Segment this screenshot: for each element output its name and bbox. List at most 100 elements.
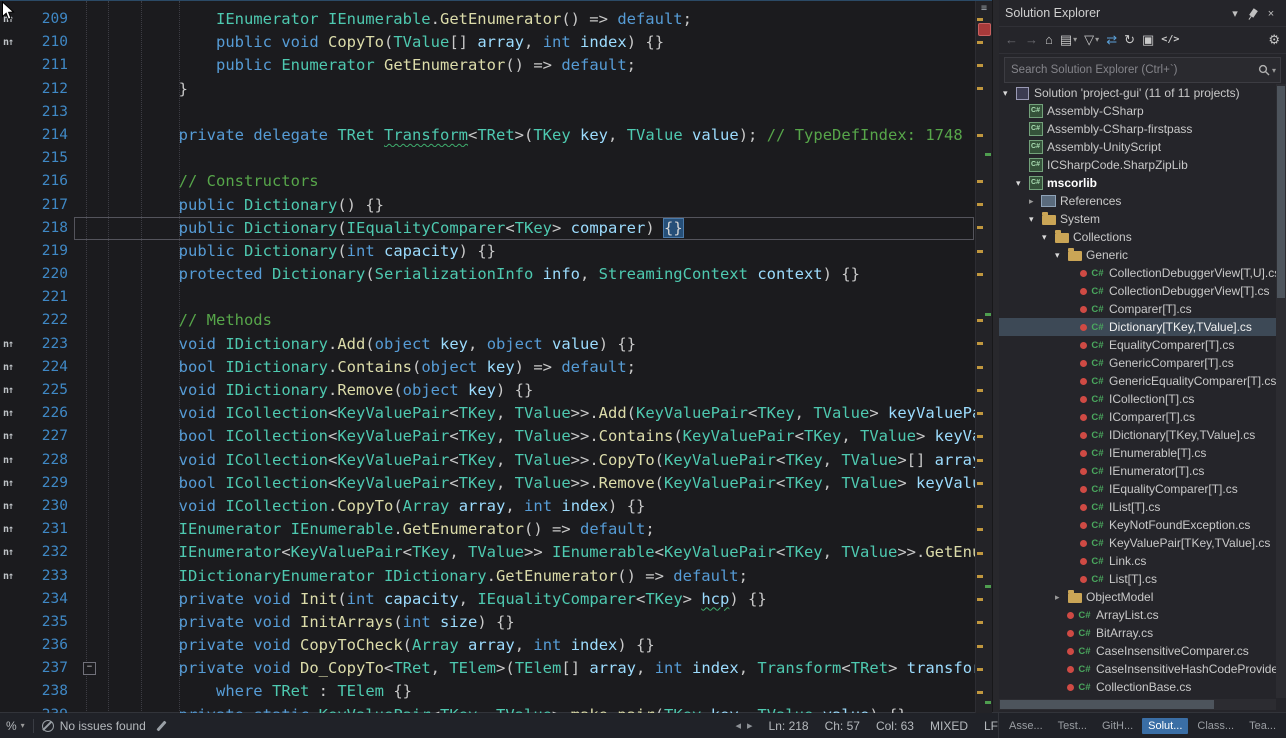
tool-window-tab-gith[interactable]: GitH... (1096, 718, 1139, 734)
line-number[interactable]: 218 (28, 217, 74, 240)
line-number[interactable]: 224 (28, 356, 74, 379)
expand-arrow-icon[interactable]: ▸ (1055, 592, 1067, 603)
line-number[interactable]: 215 (28, 147, 74, 170)
override-indicator-icon[interactable]: n↑ (3, 14, 13, 25)
line-number[interactable]: 239 (28, 704, 74, 713)
switch-views-icon[interactable]: ▤▾ (1060, 32, 1077, 48)
tree-item-assembly-csharp[interactable]: C#Assembly-CSharp (999, 102, 1276, 120)
line-number[interactable]: 225 (28, 379, 74, 402)
line-number[interactable]: 217 (28, 194, 74, 217)
pin-icon[interactable] (1244, 5, 1262, 21)
override-indicator-icon[interactable]: n↑ (3, 37, 13, 48)
chevron-down-icon[interactable]: ▾ (1272, 66, 1276, 75)
code-line-231[interactable]: n↑231 IEnumerator IEnumerable.GetEnumera… (0, 518, 976, 541)
tree-item-ienumerator-t-cs[interactable]: C#IEnumerator[T].cs (999, 462, 1276, 480)
line-number[interactable]: 219 (28, 240, 74, 263)
view-code-icon[interactable]: </> (1161, 33, 1179, 47)
code-health-indicator-icon[interactable] (978, 23, 991, 36)
override-indicator-icon[interactable]: n↑ (3, 408, 13, 419)
tree-item-keyvaluepair-tkey-tvalue-cs[interactable]: C#KeyValuePair[TKey,TValue].cs (999, 534, 1276, 552)
code-line-212[interactable]: 212 } (0, 78, 976, 101)
code-line-210[interactable]: n↑210 public void CopyTo(TValue[] array,… (0, 31, 976, 54)
back-icon[interactable]: ← (1005, 32, 1018, 48)
line-number[interactable]: 232 (28, 541, 74, 564)
collapse-all-icon[interactable]: ▣ (1142, 32, 1154, 48)
line-number[interactable]: 209 (28, 8, 74, 31)
code-line-220[interactable]: 220 protected Dictionary(SerializationIn… (0, 263, 976, 286)
tree-item-ilist-t-cs[interactable]: C#IList[T].cs (999, 498, 1276, 516)
line-number[interactable]: 236 (28, 634, 74, 657)
tree-item-objectmodel[interactable]: ▸ObjectModel (999, 588, 1276, 606)
code-editor[interactable]: n↑209 IEnumerator IEnumerable.GetEnumera… (0, 0, 992, 713)
line-number[interactable]: 230 (28, 495, 74, 518)
tree-item-mscorlib[interactable]: ▾C#mscorlib (999, 174, 1276, 192)
tree-item-collections[interactable]: ▾Collections (999, 228, 1276, 246)
home-icon[interactable]: ⌂ (1045, 32, 1053, 48)
column-indicator[interactable]: Col: 63 (876, 719, 914, 733)
code-line-228[interactable]: n↑228 void ICollection<KeyValuePair<TKey… (0, 449, 976, 472)
line-number[interactable]: 214 (28, 124, 74, 147)
code-line-222[interactable]: 222 // Methods (0, 309, 976, 332)
tree-item-collectiondebuggerview-t-u-cs[interactable]: C#CollectionDebuggerView[T,U].cs (999, 264, 1276, 282)
override-indicator-icon[interactable]: n↑ (3, 362, 13, 373)
scrollbar-thumb[interactable] (1277, 86, 1285, 298)
override-indicator-icon[interactable]: n↑ (3, 501, 13, 512)
tool-window-tab-tea[interactable]: Tea... (1243, 718, 1282, 734)
code-line-237[interactable]: 237− private void Do_CopyTo<TRet, TElem>… (0, 657, 976, 680)
split-editor-handle[interactable]: ≡ (976, 3, 992, 15)
code-line-216[interactable]: 216 // Constructors (0, 170, 976, 193)
tree-item-iequalitycomparer-t-cs[interactable]: C#IEqualityComparer[T].cs (999, 480, 1276, 498)
window-position-icon[interactable]: ▾ (1226, 5, 1244, 21)
override-indicator-icon[interactable]: n↑ (3, 524, 13, 535)
collapse-arrow-icon[interactable]: ▾ (1055, 250, 1067, 261)
code-line-226[interactable]: n↑226 void ICollection<KeyValuePair<TKey… (0, 402, 976, 425)
line-number[interactable]: 237 (28, 657, 74, 680)
tool-window-tab-test[interactable]: Test... (1052, 718, 1093, 734)
close-icon[interactable]: × (1262, 6, 1280, 22)
code-line-229[interactable]: n↑229 bool ICollection<KeyValuePair<TKey… (0, 472, 976, 495)
properties-icon[interactable]: ⚙ (1268, 32, 1280, 48)
tree-item-idictionary-tkey-tvalue-cs[interactable]: C#IDictionary[TKey,TValue].cs (999, 426, 1276, 444)
tool-window-tab-asse[interactable]: Asse... (1003, 718, 1049, 734)
line-number[interactable]: 235 (28, 611, 74, 634)
search-icon[interactable] (1258, 64, 1270, 76)
tree-item-generic[interactable]: ▾Generic (999, 246, 1276, 264)
tree-item-icollection-t-cs[interactable]: C#ICollection[T].cs (999, 390, 1276, 408)
collapse-region-button[interactable]: − (83, 662, 96, 675)
line-number[interactable]: 238 (28, 680, 74, 703)
line-number[interactable]: 210 (28, 31, 74, 54)
tree-item-comparer-t-cs[interactable]: C#Comparer[T].cs (999, 300, 1276, 318)
line-ending-indicator[interactable]: LF (984, 719, 998, 733)
sync-with-active-document-icon[interactable]: ⇄ (1106, 32, 1117, 48)
code-line-217[interactable]: 217 public Dictionary() {} (0, 194, 976, 217)
code-line-236[interactable]: 236 private void CopyToCheck(Array array… (0, 634, 976, 657)
code-line-219[interactable]: 219 public Dictionary(int capacity) {} (0, 240, 976, 263)
code-line-215[interactable]: 215 (0, 147, 976, 170)
code-line-225[interactable]: n↑225 void IDictionary.Remove(object key… (0, 379, 976, 402)
tree-item-ienumerable-t-cs[interactable]: C#IEnumerable[T].cs (999, 444, 1276, 462)
line-number[interactable]: 216 (28, 170, 74, 193)
tree-item-bitarray-cs[interactable]: C#BitArray.cs (999, 624, 1276, 642)
code-line-224[interactable]: n↑224 bool IDictionary.Contains(object k… (0, 356, 976, 379)
line-number[interactable]: 228 (28, 449, 74, 472)
zoom-control[interactable]: % ▾ (6, 719, 25, 733)
tree-item-assembly-csharp-firstpass[interactable]: C#Assembly-CSharp-firstpass (999, 120, 1276, 138)
line-number[interactable]: 220 (28, 263, 74, 286)
override-indicator-icon[interactable]: n↑ (3, 547, 13, 558)
line-number[interactable]: 231 (28, 518, 74, 541)
line-number[interactable]: 211 (28, 54, 74, 77)
expand-arrow-icon[interactable]: ▸ (1029, 196, 1041, 207)
editor-scrollbar[interactable]: ≡ (975, 1, 992, 713)
scroll-right-button[interactable]: ▸ (747, 719, 753, 732)
line-number[interactable]: 223 (28, 333, 74, 356)
tree-item-icsharpcode-sharpziplib[interactable]: C#ICSharpCode.SharpZipLib (999, 156, 1276, 174)
override-indicator-icon[interactable]: n↑ (3, 478, 13, 489)
override-indicator-icon[interactable]: n↑ (3, 339, 13, 350)
code-line-213[interactable]: 213 (0, 101, 976, 124)
code-line-232[interactable]: n↑232 IEnumerator<KeyValuePair<TKey, TVa… (0, 541, 976, 564)
line-number[interactable]: 234 (28, 588, 74, 611)
code-line-230[interactable]: n↑230 void ICollection.CopyTo(Array arra… (0, 495, 976, 518)
tree-item-arraylist-cs[interactable]: C#ArrayList.cs (999, 606, 1276, 624)
tree-item-link-cs[interactable]: C#Link.cs (999, 552, 1276, 570)
line-number[interactable]: 212 (28, 78, 74, 101)
